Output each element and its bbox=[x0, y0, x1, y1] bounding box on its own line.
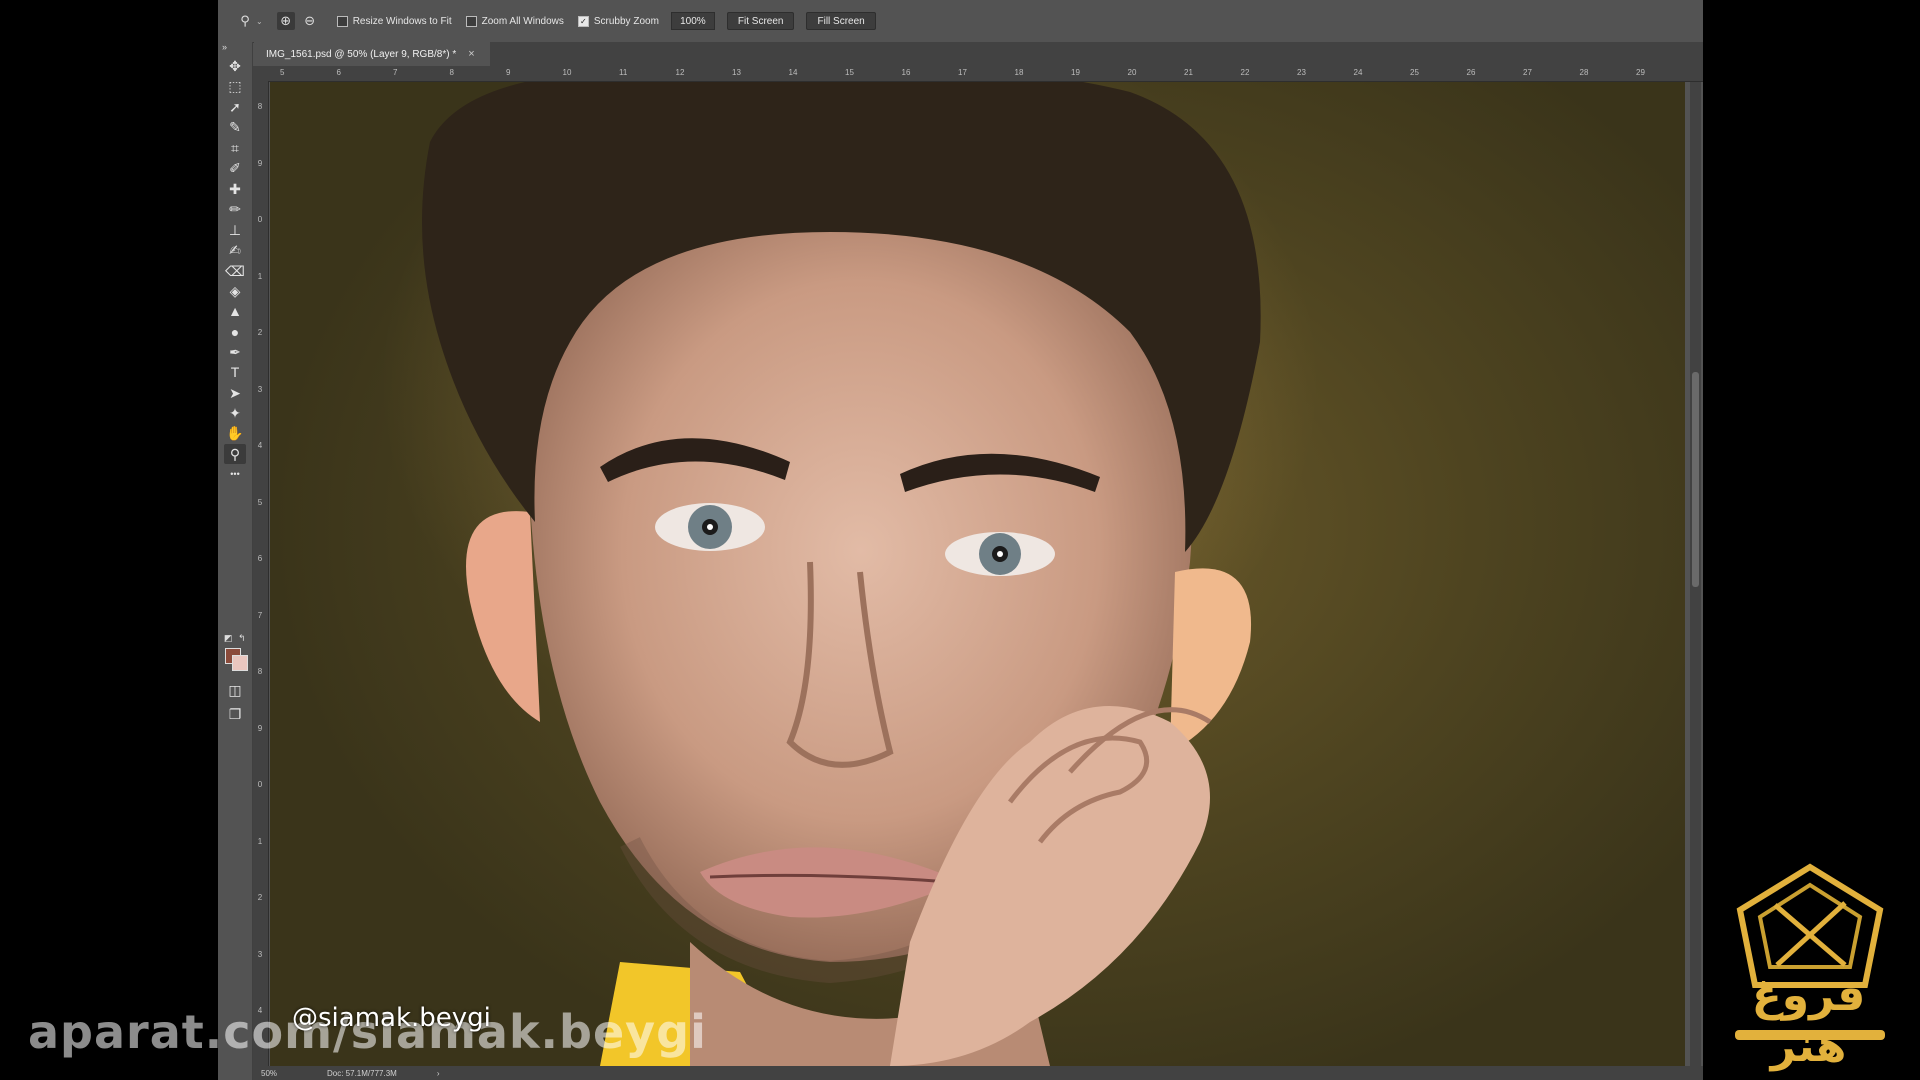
ruler-tick-label: 7 bbox=[393, 68, 398, 77]
status-zoom-field[interactable]: 50% bbox=[261, 1069, 301, 1078]
zoom-out-icon[interactable]: ⊖ bbox=[301, 12, 319, 30]
ruler-tick-label: 6 bbox=[336, 68, 341, 77]
background-color-swatch[interactable] bbox=[232, 655, 248, 671]
portrait-photo bbox=[380, 82, 1320, 1066]
ruler-tick-label: 13 bbox=[732, 68, 741, 77]
ruler-tick-label: 2 bbox=[257, 893, 263, 902]
quick-mask-icon[interactable]: ◫ bbox=[224, 680, 246, 700]
ruler-tick-label: 0 bbox=[257, 215, 263, 224]
ruler-tick-label: 9 bbox=[257, 723, 263, 733]
scrubby-zoom-option[interactable]: ✓ Scrubby Zoom bbox=[577, 15, 659, 27]
scrubby-zoom-label: Scrubby Zoom bbox=[593, 15, 659, 27]
tools-panel: » ✥ ⬚ ➚ ✎ ⌗ ✐ ✚ ✏ ⊥ ✍ ⌫ ◈ ▲ ● ✒ T ➤ ✦ ✋ ⚲ ••• ◩ ↰ ◫ ❐ bbox=[218, 42, 253, 1080]
ruler-tick-label: 1 bbox=[257, 271, 263, 281]
status-bar: 50% Doc: 57.1M/777.3M › bbox=[253, 1066, 1703, 1080]
vertical-scrollbar[interactable] bbox=[1690, 82, 1701, 1066]
resize-windows-option[interactable]: Resize Windows to Fit bbox=[336, 15, 452, 27]
zoom-percent-field[interactable]: 100% bbox=[670, 12, 715, 30]
resize-windows-checkbox[interactable] bbox=[336, 15, 348, 27]
ruler-tick-label: 9 bbox=[257, 158, 263, 168]
ruler-tick-label: 14 bbox=[788, 68, 798, 77]
ruler-tick-label: 29 bbox=[1636, 68, 1645, 77]
ruler-tick-label: 9 bbox=[506, 68, 511, 77]
options-bar: ⚲ ⌄ ⊕ ⊖ Resize Windows to Fit Zoom All W… bbox=[218, 0, 1703, 43]
zoom-all-windows-option[interactable]: Zoom All Windows bbox=[465, 15, 564, 27]
ruler-tick-label: 11 bbox=[619, 68, 628, 77]
instagram-handle: @siamak.beygi bbox=[292, 1003, 491, 1033]
ruler-tick-label: 20 bbox=[1127, 68, 1137, 77]
photoshop-window: ⚲ ⌄ ⊕ ⊖ Resize Windows to Fit Zoom All W… bbox=[218, 0, 1703, 1080]
ruler-tick-label: 3 bbox=[257, 949, 263, 959]
zoom-in-icon[interactable]: ⊕ bbox=[276, 12, 295, 30]
fill-screen-button[interactable]: Fill Screen bbox=[806, 12, 876, 30]
ruler-tick-label: 22 bbox=[1240, 68, 1250, 77]
ruler-tick-label: 23 bbox=[1297, 68, 1306, 77]
ruler-tick-label: 7 bbox=[257, 610, 263, 620]
ruler-tick-label: 4 bbox=[257, 441, 263, 450]
ruler-tick-label: 5 bbox=[257, 497, 263, 507]
ruler-tick-label: 25 bbox=[1410, 68, 1419, 77]
ruler-tick-label: 0 bbox=[257, 780, 263, 789]
document-tab-bar: IMG_1561.psd @ 50% (Layer 9, RGB/8*) * × bbox=[254, 42, 1703, 66]
document-tab[interactable]: IMG_1561.psd @ 50% (Layer 9, RGB/8*) * × bbox=[254, 42, 490, 66]
screen-mode-icon[interactable]: ❐ bbox=[224, 704, 246, 724]
document-tab-title: IMG_1561.psd @ 50% (Layer 9, RGB/8*) * bbox=[266, 48, 457, 60]
resize-windows-label: Resize Windows to Fit bbox=[352, 15, 452, 27]
ruler-tick-label: 28 bbox=[1579, 68, 1589, 77]
horizontal-ruler[interactable]: 5 6 7 8 9 10 11 12 13 14 15 16 17 18 19 20 21 22 23 24 25 26 2… bbox=[268, 66, 1703, 82]
ruler-tick-label: 24 bbox=[1353, 68, 1363, 77]
ruler-tick-label: 8 bbox=[257, 102, 263, 111]
ruler-tick-label: 8 bbox=[257, 667, 263, 676]
close-icon[interactable]: × bbox=[468, 48, 474, 60]
ruler-tick-label: 3 bbox=[257, 384, 263, 394]
scrubby-zoom-checkbox[interactable]: ✓ bbox=[577, 15, 589, 27]
ruler-tick-label: 19 bbox=[1071, 68, 1080, 77]
ruler-tick-label: 6 bbox=[257, 554, 263, 563]
ruler-tick-label: 1 bbox=[257, 836, 263, 846]
ruler-origin[interactable] bbox=[253, 66, 268, 81]
ruler-tick-label: 17 bbox=[958, 68, 967, 77]
document-info: Doc: 57.1M/777.3M bbox=[327, 1068, 397, 1078]
status-menu-arrow-icon[interactable]: › bbox=[437, 1069, 440, 1078]
ruler-tick-label: 10 bbox=[562, 68, 572, 77]
document-canvas[interactable] bbox=[270, 82, 1685, 1066]
tool-preset-chevron-icon[interactable]: ⌄ bbox=[256, 17, 263, 26]
zoom-icon[interactable]: ⚲ bbox=[236, 12, 254, 30]
ruler-tick-label: 26 bbox=[1466, 68, 1476, 77]
zoom-all-windows-checkbox[interactable] bbox=[465, 15, 477, 27]
logo-text: فروغ هنر bbox=[1751, 970, 1866, 1072]
ruler-tick-label: 2 bbox=[257, 328, 263, 337]
ruler-tick-label: 18 bbox=[1014, 68, 1024, 77]
ruler-tick-label: 21 bbox=[1184, 68, 1193, 77]
ruler-tick-label: 27 bbox=[1523, 68, 1532, 77]
vertical-ruler[interactable]: 89012345678901234 bbox=[253, 81, 269, 1066]
zoom-all-windows-label: Zoom All Windows bbox=[481, 15, 564, 27]
ruler-tick-label: 12 bbox=[675, 68, 685, 77]
fit-screen-button[interactable]: Fit Screen bbox=[726, 12, 795, 30]
scrollbar-thumb[interactable] bbox=[1692, 372, 1699, 587]
ruler-tick-label: 5 bbox=[280, 68, 285, 77]
ruler-tick-label: 16 bbox=[901, 68, 911, 77]
ruler-tick-label: 15 bbox=[845, 68, 854, 77]
ruler-tick-label: 8 bbox=[449, 68, 454, 77]
